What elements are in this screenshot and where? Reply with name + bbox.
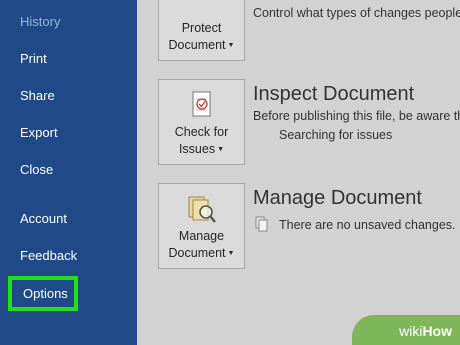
protect-document-button[interactable]: Protect Document ▼ — [158, 0, 245, 61]
inspect-description: Before publishing this file, be aware th — [253, 109, 460, 123]
sidebar-item-export[interactable]: Export — [20, 125, 58, 140]
protect-description: Control what types of changes people — [253, 6, 460, 20]
protect-button-line1: Protect — [181, 21, 222, 35]
wikihow-watermark: wikiHow — [352, 315, 460, 345]
chevron-down-icon: ▼ — [217, 145, 225, 153]
document-versions-icon — [255, 216, 268, 232]
manage-document-title: Manage Document — [253, 187, 422, 209]
manage-document-icon — [188, 196, 216, 223]
sidebar-item-share[interactable]: Share — [20, 88, 55, 103]
wikihow-logo: wikiHow — [399, 323, 452, 339]
info-pane: Protect Document ▼ Control what types of … — [137, 0, 460, 345]
inspect-status: Searching for issues — [279, 128, 393, 142]
protect-button-line2: Document ▼ — [168, 38, 235, 52]
manage-button-line2: Document ▼ — [168, 246, 235, 260]
sidebar-item-history[interactable]: History — [20, 14, 60, 29]
check-for-issues-button[interactable]: Check for Issues ▼ — [158, 79, 245, 165]
chevron-down-icon: ▼ — [227, 249, 235, 257]
sidebar-item-print[interactable]: Print — [20, 51, 47, 66]
sidebar-item-options[interactable]: Options — [23, 286, 68, 301]
manage-status: There are no unsaved changes. — [279, 218, 456, 232]
manage-document-button[interactable]: Manage Document ▼ — [158, 183, 245, 269]
sidebar-item-feedback[interactable]: Feedback — [20, 248, 77, 263]
sidebar-item-account[interactable]: Account — [20, 211, 67, 226]
backstage-sidebar: History Print Share Export Close Account… — [0, 0, 137, 345]
inspect-document-icon — [192, 91, 211, 117]
sidebar-item-close[interactable]: Close — [20, 162, 53, 177]
chevron-down-icon: ▼ — [227, 41, 235, 49]
check-button-line2: Issues ▼ — [178, 142, 225, 156]
check-button-line1: Check for — [174, 125, 229, 139]
sidebar-item-options-highlight[interactable]: Options — [8, 276, 78, 311]
inspect-document-title: Inspect Document — [253, 83, 415, 105]
manage-button-line1: Manage — [178, 229, 225, 243]
